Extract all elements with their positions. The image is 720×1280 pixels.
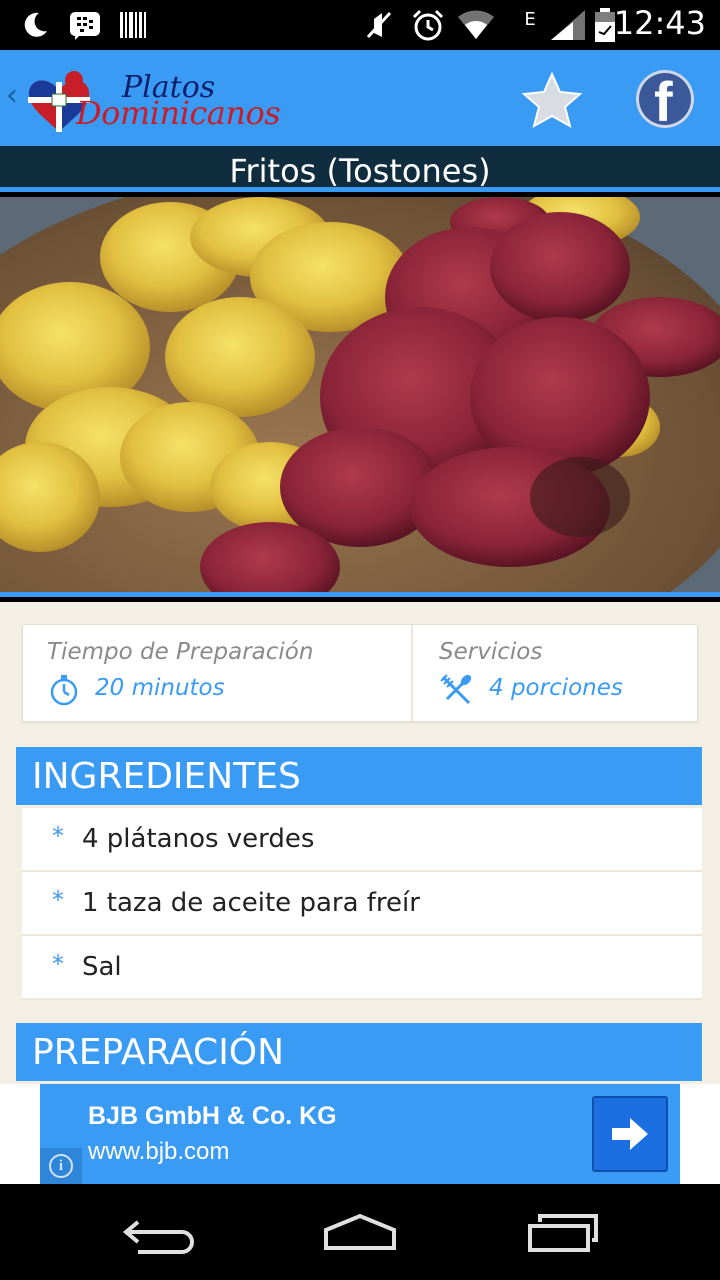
list-item: * 4 plátanos verdes bbox=[22, 808, 702, 872]
edge-signal-icon bbox=[548, 8, 588, 42]
ad-area: BJB GmbH & Co. KG www.bjb.com i bbox=[0, 1084, 720, 1184]
network-type-label: E bbox=[524, 8, 536, 30]
prep-time-label: Tiempo de Preparación bbox=[47, 639, 314, 665]
recipe-content: Tiempo de Preparación 20 minutos Servici… bbox=[0, 602, 720, 1084]
alarm-icon bbox=[410, 8, 446, 42]
recipe-title-band: Fritos (Tostones) bbox=[0, 146, 720, 192]
ad-url[interactable]: www.bjb.com bbox=[88, 1138, 229, 1166]
status-bar: E 12:43 bbox=[0, 0, 720, 50]
recipe-info-card: Tiempo de Preparación 20 minutos Servici… bbox=[22, 624, 698, 722]
list-item: * Sal bbox=[22, 936, 702, 1000]
back-arrow-icon bbox=[122, 1220, 194, 1254]
facebook-share-button[interactable]: f bbox=[636, 70, 694, 128]
home-icon bbox=[324, 1213, 396, 1250]
arrow-right-icon bbox=[612, 1118, 648, 1150]
servings-section: Servicios 4 porciones bbox=[415, 625, 697, 721]
nav-back-button[interactable] bbox=[116, 1208, 206, 1258]
ingredients-list: * 4 plátanos verdes * 1 taza de aceite p… bbox=[22, 808, 702, 1000]
ingredient-text: 1 taza de aceite para freír bbox=[82, 888, 420, 918]
recipe-title: Fritos (Tostones) bbox=[229, 152, 491, 190]
app-logo[interactable]: Platos Dominicanos bbox=[24, 68, 281, 134]
ingredient-text: Sal bbox=[82, 952, 122, 982]
ingredients-title: INGREDIENTES bbox=[32, 756, 301, 797]
nav-home-button[interactable] bbox=[316, 1208, 406, 1258]
ad-title[interactable]: BJB GmbH & Co. KG bbox=[88, 1102, 337, 1131]
servings-label: Servicios bbox=[439, 639, 543, 665]
prep-time-value: 20 minutos bbox=[95, 675, 225, 701]
bullet-icon: * bbox=[52, 886, 64, 914]
nav-recents-button[interactable] bbox=[520, 1208, 610, 1258]
recents-icon bbox=[528, 1214, 598, 1252]
list-item: * 1 taza de aceite para freír bbox=[22, 872, 702, 936]
back-chevron-icon[interactable]: ‹ bbox=[6, 78, 18, 113]
bbm-icon bbox=[68, 8, 102, 42]
app-bar: ‹ Platos Dominicanos f bbox=[0, 50, 720, 146]
fork-spoon-icon bbox=[440, 674, 472, 705]
prep-time-section: Tiempo de Preparación 20 minutos bbox=[23, 625, 413, 721]
star-icon bbox=[521, 71, 583, 129]
barcode-icon bbox=[118, 8, 148, 42]
bullet-icon: * bbox=[52, 950, 64, 978]
ingredient-text: 4 plátanos verdes bbox=[82, 824, 315, 854]
preparation-title: PREPARACIÓN bbox=[32, 1032, 285, 1073]
logo-text-dominicanos: Dominicanos bbox=[76, 94, 281, 132]
ad-open-button[interactable] bbox=[592, 1096, 668, 1172]
ad-banner[interactable]: BJB GmbH & Co. KG www.bjb.com i bbox=[40, 1084, 680, 1184]
wifi-icon bbox=[456, 8, 496, 42]
status-clock: 12:43 bbox=[613, 4, 706, 42]
bullet-icon: * bbox=[52, 822, 64, 850]
moon-icon bbox=[18, 8, 52, 42]
facebook-icon: f bbox=[654, 70, 673, 128]
mute-icon bbox=[362, 8, 396, 42]
recipe-photo bbox=[0, 197, 720, 597]
servings-value: 4 porciones bbox=[489, 675, 623, 701]
info-icon: i bbox=[49, 1154, 73, 1178]
stopwatch-icon bbox=[50, 675, 78, 706]
favorite-button[interactable] bbox=[520, 70, 584, 130]
ad-info-button[interactable]: i bbox=[40, 1148, 82, 1184]
preparation-header: PREPARACIÓN bbox=[16, 1023, 702, 1081]
ingredients-header: INGREDIENTES bbox=[16, 747, 702, 805]
system-nav-bar bbox=[0, 1184, 720, 1280]
